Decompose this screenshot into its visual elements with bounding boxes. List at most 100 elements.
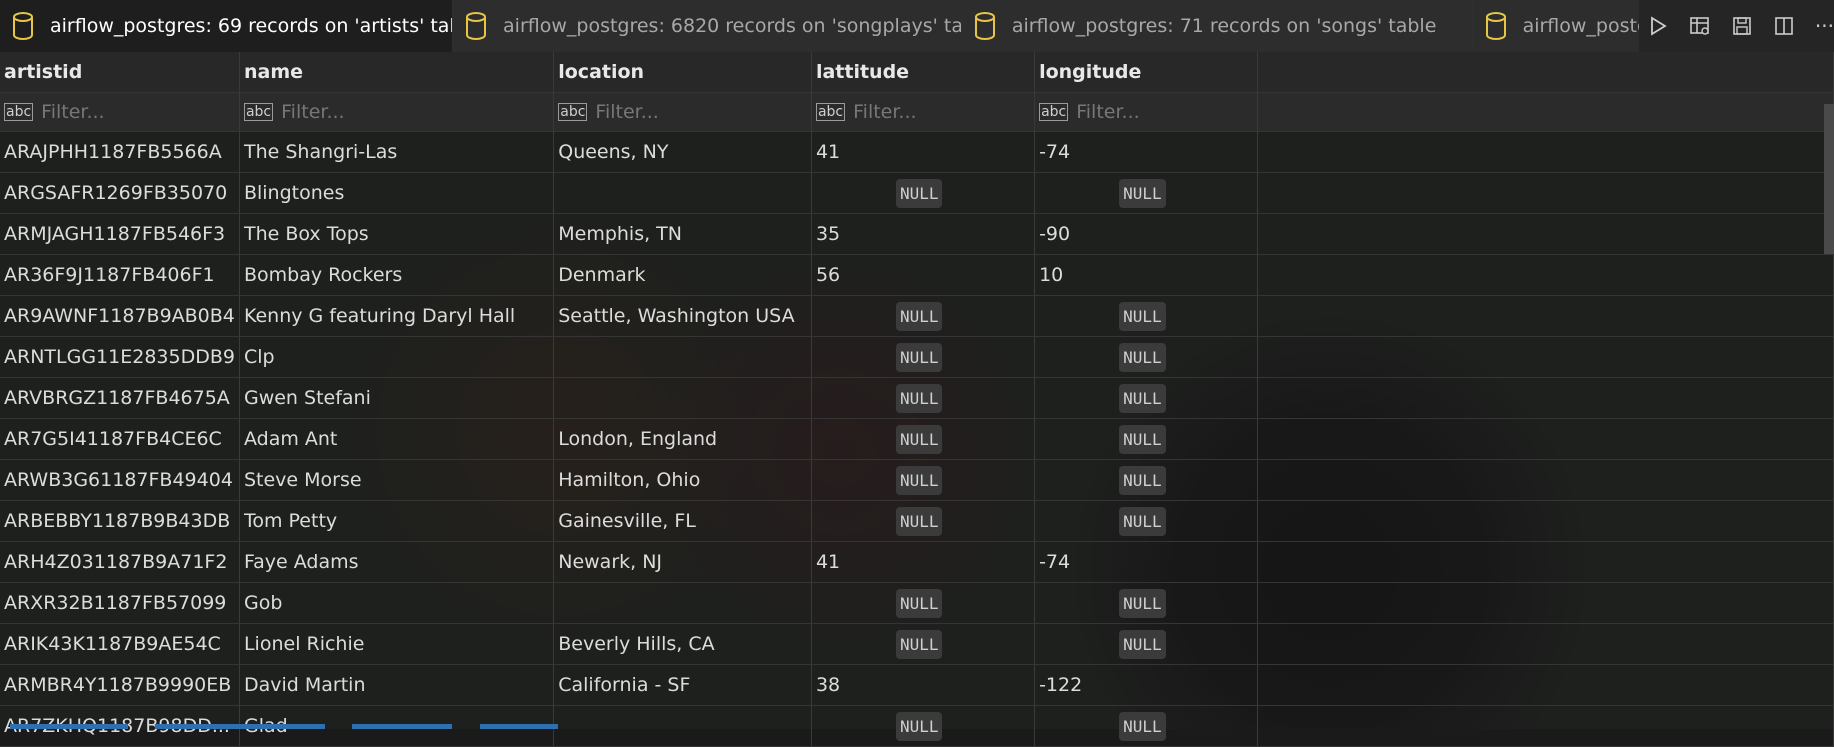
- cell-artistid[interactable]: ARNTLGG11E2835DDB9: [0, 336, 240, 378]
- table-row[interactable]: ARXR32B1187FB57099 Gob NULL NULL: [0, 582, 1834, 624]
- cell-lattitude[interactable]: 41: [811, 541, 1036, 583]
- cell-longitude[interactable]: 10: [1034, 254, 1259, 296]
- cell-lattitude[interactable]: NULL: [811, 172, 1036, 214]
- table-row[interactable]: ARBEBBY1187B9B43DB Tom Petty Gainesville, …: [0, 500, 1834, 542]
- play-icon[interactable]: [1647, 15, 1669, 37]
- cell-lattitude[interactable]: 35: [811, 213, 1036, 255]
- split-editor-icon[interactable]: [1773, 15, 1795, 37]
- cell-name[interactable]: Bombay Rockers: [239, 254, 555, 296]
- table-row[interactable]: ARH4Z031187B9A71F2 Faye Adams Newark, NJ 41…: [0, 541, 1834, 583]
- cell-location[interactable]: Seattle, Washington USA: [553, 295, 812, 337]
- cell-name[interactable]: Gob: [239, 582, 555, 624]
- cell-lattitude[interactable]: NULL: [811, 336, 1036, 378]
- table-row[interactable]: ARWB3G61187FB49404 Steve Morse Hamilton, O…: [0, 459, 1834, 501]
- table-row[interactable]: ARAJPHH1187FB5566A The Shangri-Las Queens,…: [0, 131, 1834, 173]
- save-icon[interactable]: [1731, 15, 1753, 37]
- tab-songs[interactable]: airflow_postgres: 71 records on 'songs' …: [961, 0, 1473, 52]
- column-header-name[interactable]: name: [239, 52, 555, 93]
- cell-location[interactable]: California - SF: [553, 664, 812, 706]
- cell-artistid[interactable]: ARWB3G61187FB49404: [0, 459, 240, 501]
- table-row[interactable]: ARIK43K1187B9AE54C Lionel Richie Beverly H…: [0, 623, 1834, 665]
- cell-location[interactable]: Hamilton, Ohio: [553, 459, 812, 501]
- table-row[interactable]: ARMBR4Y1187B9990EB David Martin California…: [0, 664, 1834, 706]
- cell-longitude[interactable]: NULL: [1034, 295, 1259, 337]
- tab-songplays[interactable]: airflow_postgres: 6820 records on 'songp…: [453, 0, 962, 52]
- cell-name[interactable]: The Shangri-Las: [239, 131, 555, 173]
- cell-longitude[interactable]: NULL: [1034, 172, 1259, 214]
- filter-input[interactable]: Filter...: [595, 101, 658, 123]
- filter-input[interactable]: Filter...: [853, 101, 916, 123]
- cell-artistid[interactable]: ARH4Z031187B9A71F2: [0, 541, 240, 583]
- cell-location[interactable]: Denmark: [553, 254, 812, 296]
- cell-longitude[interactable]: NULL: [1034, 705, 1259, 747]
- cell-artistid[interactable]: AR36F9J1187FB406F1: [0, 254, 240, 296]
- table-settings-icon[interactable]: [1689, 15, 1711, 37]
- cell-longitude[interactable]: -90: [1034, 213, 1259, 255]
- cell-lattitude[interactable]: NULL: [811, 377, 1036, 419]
- cell-artistid[interactable]: ARIK43K1187B9AE54C: [0, 623, 240, 665]
- cell-name[interactable]: Tom Petty: [239, 500, 555, 542]
- cell-name[interactable]: Blingtones: [239, 172, 555, 214]
- cell-artistid[interactable]: ARGSAFR1269FB35070: [0, 172, 240, 214]
- cell-longitude[interactable]: -122: [1034, 664, 1259, 706]
- cell-name[interactable]: The Box Tops: [239, 213, 555, 255]
- tab-overflow[interactable]: airflow_postg: [1472, 0, 1639, 52]
- cell-location[interactable]: London, England: [553, 418, 812, 460]
- cell-artistid[interactable]: ARMBR4Y1187B9990EB: [0, 664, 240, 706]
- column-header-artistid[interactable]: artistid: [0, 52, 240, 93]
- cell-name[interactable]: Steve Morse: [239, 459, 555, 501]
- table-row[interactable]: AR36F9J1187FB406F1 Bombay Rockers Denmark 5…: [0, 254, 1834, 296]
- cell-location[interactable]: Queens, NY: [553, 131, 812, 173]
- more-icon[interactable]: ···: [1815, 14, 1834, 38]
- table-row[interactable]: ARMJAGH1187FB546F3 The Box Tops Memphis, T…: [0, 213, 1834, 255]
- cell-lattitude[interactable]: 41: [811, 131, 1036, 173]
- cell-longitude[interactable]: NULL: [1034, 336, 1259, 378]
- cell-name[interactable]: Kenny G featuring Daryl Hall: [239, 295, 555, 337]
- cell-artistid[interactable]: ARBEBBY1187B9B43DB: [0, 500, 240, 542]
- filter-name[interactable]: abc Filter...: [243, 101, 549, 123]
- cell-location[interactable]: [553, 705, 812, 747]
- cell-longitude[interactable]: -74: [1034, 541, 1259, 583]
- filter-input[interactable]: Filter...: [281, 101, 344, 123]
- column-header-lattitude[interactable]: lattitude: [811, 52, 1036, 93]
- column-header-location[interactable]: location: [553, 52, 812, 93]
- cell-longitude[interactable]: NULL: [1034, 459, 1259, 501]
- cell-longitude[interactable]: NULL: [1034, 377, 1259, 419]
- cell-location[interactable]: [553, 172, 812, 214]
- table-row[interactable]: AR7G5I41187FB4CE6C Adam Ant London, Englan…: [0, 418, 1834, 460]
- cell-longitude[interactable]: NULL: [1034, 623, 1259, 665]
- cell-lattitude[interactable]: NULL: [811, 623, 1036, 665]
- table-row[interactable]: ARGSAFR1269FB35070 Blingtones NULL NULL: [0, 172, 1834, 214]
- filter-input[interactable]: Filter...: [1076, 101, 1139, 123]
- cell-location[interactable]: Beverly Hills, CA: [553, 623, 812, 665]
- cell-name[interactable]: David Martin: [239, 664, 555, 706]
- cell-name[interactable]: Adam Ant: [239, 418, 555, 460]
- cell-location[interactable]: Gainesville, FL: [553, 500, 812, 542]
- cell-name[interactable]: Faye Adams: [239, 541, 555, 583]
- cell-lattitude[interactable]: NULL: [811, 705, 1036, 747]
- cell-location[interactable]: [553, 582, 812, 624]
- cell-lattitude[interactable]: 56: [811, 254, 1036, 296]
- cell-artistid[interactable]: AR9AWNF1187B9AB0B4: [0, 295, 240, 337]
- cell-location[interactable]: Memphis, TN: [553, 213, 812, 255]
- cell-location[interactable]: [553, 336, 812, 378]
- cell-artistid[interactable]: ARMJAGH1187FB546F3: [0, 213, 240, 255]
- cell-artistid[interactable]: ARAJPHH1187FB5566A: [0, 131, 240, 173]
- cell-location[interactable]: Newark, NJ: [553, 541, 812, 583]
- table-row[interactable]: ARNTLGG11E2835DDB9 Clp NULL NULL: [0, 336, 1834, 378]
- cell-longitude[interactable]: -74: [1034, 131, 1259, 173]
- cell-artistid[interactable]: AR7G5I41187FB4CE6C: [0, 418, 240, 460]
- cell-name[interactable]: Clp: [239, 336, 555, 378]
- filter-location[interactable]: abc Filter...: [558, 101, 807, 123]
- cell-lattitude[interactable]: 38: [811, 664, 1036, 706]
- cell-lattitude[interactable]: NULL: [811, 459, 1036, 501]
- cell-name[interactable]: Gwen Stefani: [239, 377, 555, 419]
- cell-artistid[interactable]: ARXR32B1187FB57099: [0, 582, 240, 624]
- cell-longitude[interactable]: NULL: [1034, 418, 1259, 460]
- cell-lattitude[interactable]: NULL: [811, 418, 1036, 460]
- cell-longitude[interactable]: NULL: [1034, 500, 1259, 542]
- cell-location[interactable]: [553, 377, 812, 419]
- filter-input[interactable]: Filter...: [41, 101, 104, 123]
- filter-longitude[interactable]: abc Filter...: [1039, 101, 1253, 123]
- cell-longitude[interactable]: NULL: [1034, 582, 1259, 624]
